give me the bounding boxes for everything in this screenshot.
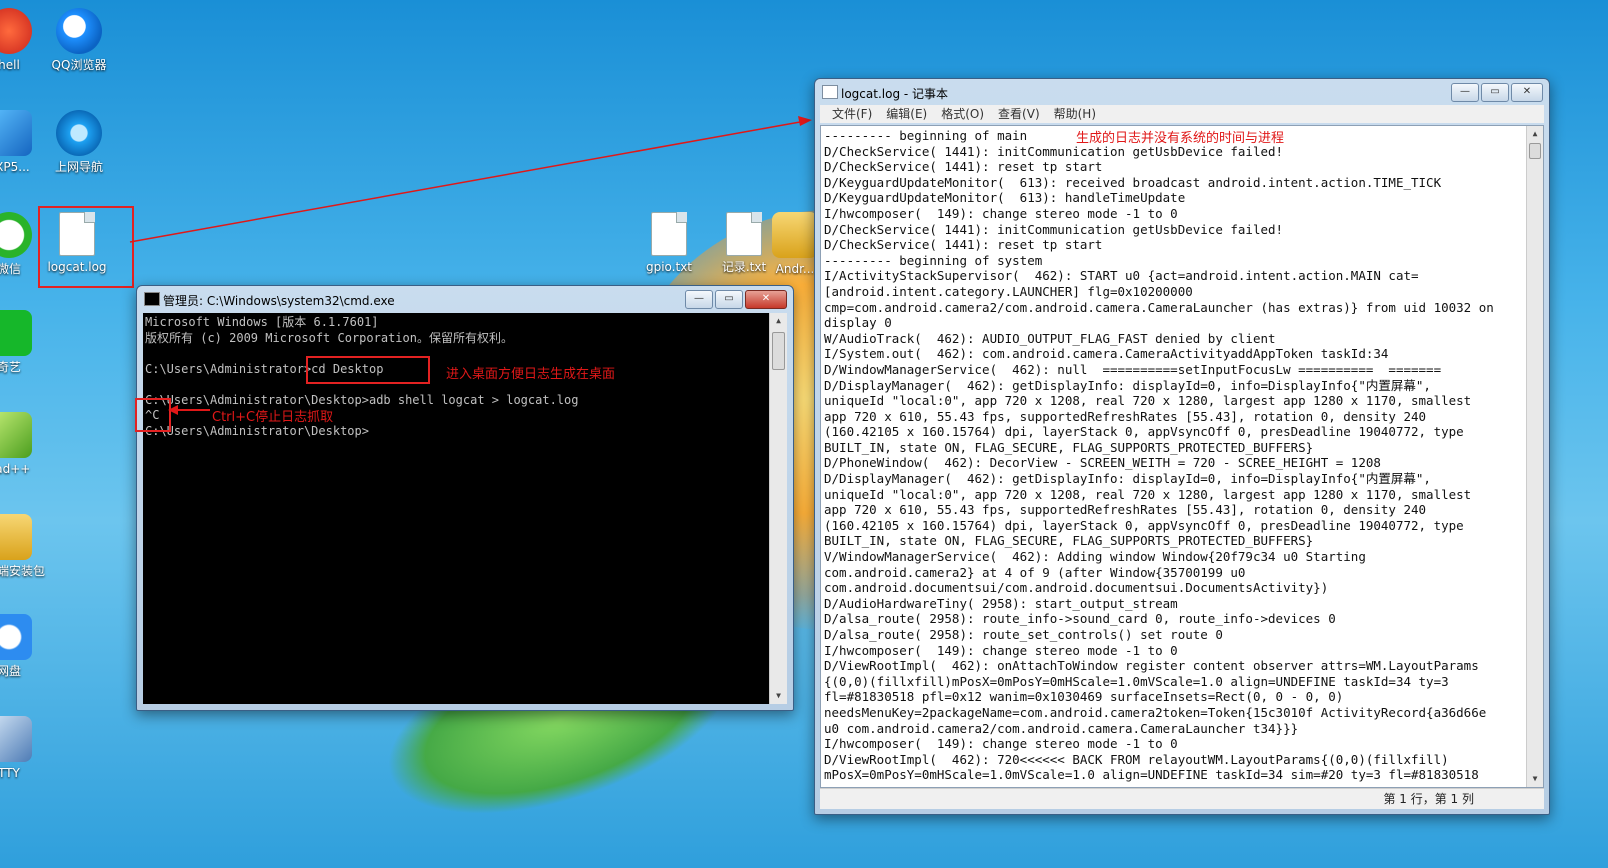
notepad-title: logcat.log - 记事本 <box>841 87 949 101</box>
log-line: (160.42105 x 160.15764) dpi, layerStack … <box>824 517 1464 533</box>
log-line: W/AudioTrack( 462): AUDIO_OUTPUT_FLAG_FA… <box>824 330 1276 346</box>
log-line: D/alsa_route( 2958): route_set_controls(… <box>824 627 1223 642</box>
maximize-button[interactable]: ▭ <box>1481 83 1509 102</box>
cursor-position: 第 1 行，第 1 列 <box>1383 792 1474 806</box>
notepad-annotation: 生成的日志并没有系统的时间与进程 <box>1076 131 1285 146</box>
log-line: I/ActivityStackSupervisor( 462): START u… <box>824 268 1419 284</box>
log-line: u0 com.android.camera2/com.android.camer… <box>824 720 1299 736</box>
menu-help[interactable]: 帮助(H) <box>1054 105 1096 123</box>
log-line: D/ViewRootImpl( 462): 720<<<<<< BACK FRO… <box>824 751 1449 767</box>
log-line: BUILT_IN, state ON, FLAG_SECURE, FLAG_SU… <box>824 439 1314 455</box>
log-line: fl=#81830518 pfl=0x12 wanim=0x1030469 su… <box>824 689 1344 705</box>
notepad-content: --------- beginning of main D/CheckServic… <box>824 128 1525 783</box>
log-line: com.android.documentsui/com.android.docu… <box>824 580 1329 596</box>
log-line: uniqueId "local:0", app 720 x 1208, real… <box>824 393 1472 409</box>
menu-bar: 文件(F) 编辑(E) 格式(O) 查看(V) 帮助(H) <box>820 105 1544 123</box>
notepad-icon <box>822 85 838 99</box>
log-line: I/System.out( 462): com.android.camera.C… <box>824 346 1389 362</box>
notepad-scrollbar[interactable]: ▲ ▼ <box>1526 126 1543 787</box>
log-line: app 720 x 610, 55.43 fps, supportedRefre… <box>824 502 1427 518</box>
menu-edit[interactable]: 编辑(E) <box>886 105 927 123</box>
menu-file[interactable]: 文件(F) <box>832 105 872 123</box>
log-line: D/KeyguardUpdateMonitor( 613): handleTim… <box>824 190 1186 206</box>
log-line: BUILT_IN, state ON, FLAG_SECURE, FLAG_SU… <box>824 533 1314 549</box>
log-line: D/PhoneWindow( 462): DecorView - SCREEN_… <box>824 455 1381 471</box>
log-line: I/hwcomposer( 149): change stereo mode -… <box>824 736 1178 752</box>
log-line: D/KeyguardUpdateMonitor( 613): received … <box>824 174 1442 190</box>
log-line: D/DisplayManager( 462): getDisplayInfo: … <box>824 471 1431 487</box>
log-line: D/WindowManagerService( 462): null =====… <box>824 361 1442 377</box>
log-line: I/hwcomposer( 149): change stereo mode -… <box>824 642 1178 658</box>
scroll-thumb[interactable] <box>1529 143 1541 159</box>
log-line: --------- beginning of system <box>824 252 1043 268</box>
log-line: (160.42105 x 160.15764) dpi, layerStack … <box>824 424 1464 440</box>
log-line: D/alsa_route( 2958): route_info->sound_c… <box>824 611 1336 627</box>
log-line: D/CheckService( 1441): reset tp start <box>824 159 1103 175</box>
log-line: needsMenuKey=2packageName=com.android.ca… <box>824 704 1487 720</box>
minimize-button[interactable]: — <box>1451 83 1479 102</box>
log-line: V/WindowManagerService( 462): Adding win… <box>824 549 1366 565</box>
log-line: D/CheckService( 1441): initCommunication… <box>824 221 1284 237</box>
log-line: D/ViewRootImpl( 462): onAttachToWindow r… <box>824 658 1479 674</box>
log-line: I/hwcomposer( 149): change stereo mode -… <box>824 205 1178 221</box>
log-line: uniqueId "local:0", app 720 x 1208, real… <box>824 486 1472 502</box>
log-line: display 0 <box>824 315 892 331</box>
log-line: D/CheckService( 1441): reset tp start <box>824 237 1103 253</box>
log-line: app 720 x 610, 55.43 fps, supportedRefre… <box>824 408 1427 424</box>
status-bar: 第 1 行，第 1 列 <box>820 788 1544 809</box>
log-line: [android.intent.category.LAUNCHER] flg=0… <box>824 283 1193 299</box>
notepad-window[interactable]: logcat.log - 记事本 — ▭ ✕ 文件(F) 编辑(E) 格式(O)… <box>814 78 1550 815</box>
menu-view[interactable]: 查看(V) <box>998 105 1040 123</box>
log-line: com.android.camera2} at 4 of 9 (after Wi… <box>824 564 1246 580</box>
log-line: D/DisplayManager( 462): getDisplayInfo: … <box>824 377 1431 393</box>
scroll-up-icon[interactable]: ▲ <box>1527 126 1543 142</box>
log-line: {(0,0)(fillxfill)mPosX=0mPosY=0mHScale=1… <box>824 673 1449 689</box>
log-line: cmp=com.android.camera2/com.android.came… <box>824 299 1494 315</box>
menu-format[interactable]: 格式(O) <box>941 105 984 123</box>
log-line: D/AudioHardwareTiny( 2958): start_output… <box>824 595 1178 611</box>
notepad-titlebar[interactable]: logcat.log - 记事本 — ▭ ✕ <box>815 79 1549 105</box>
log-line: mPosX=0mPosY=0mHScale=1.0mVScale=1.0 ali… <box>824 767 1479 783</box>
scroll-down-icon[interactable]: ▼ <box>1527 771 1543 787</box>
notepad-text-area[interactable]: --------- beginning of main D/CheckServic… <box>820 125 1544 788</box>
close-button[interactable]: ✕ <box>1511 83 1543 102</box>
